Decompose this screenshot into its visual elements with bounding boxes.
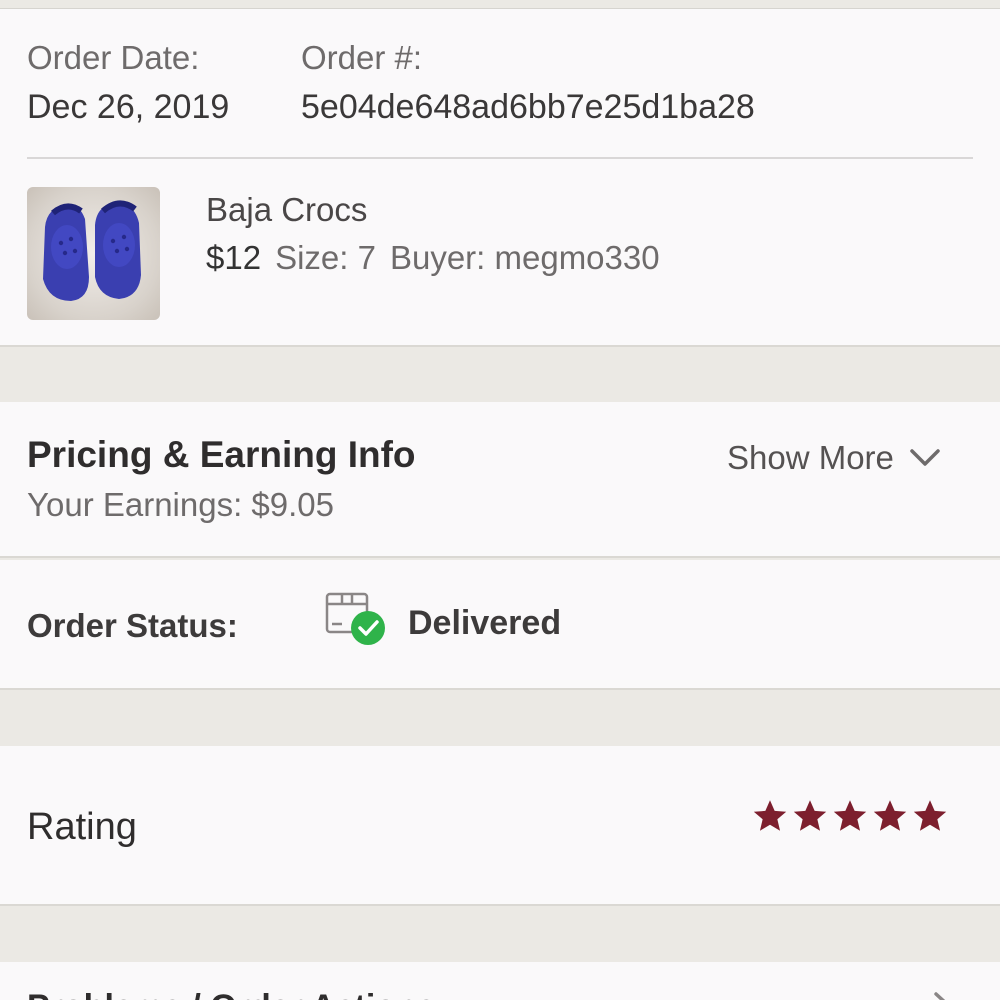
order-date-label: Order Date: (27, 39, 200, 76)
pricing-card: Pricing & Earning Info Your Earnings: $9… (0, 402, 1000, 558)
rating-label: Rating (27, 806, 137, 848)
star-icon (793, 800, 827, 831)
order-actions-row[interactable]: Problems / Order Actions (0, 962, 1000, 1000)
item-name[interactable]: Baja Crocs (206, 191, 367, 229)
order-summary-card: Order Date: Dec 26, 2019 Order #: 5e04de… (0, 9, 1000, 347)
star-icon (913, 800, 947, 831)
order-status-label: Order Status: (27, 607, 238, 644)
show-more-label: Show More (727, 439, 894, 476)
item-thumbnail[interactable] (27, 187, 160, 320)
chevron-down-icon (910, 449, 940, 466)
star-icon (753, 800, 787, 831)
order-status-card: Order Status: Delivered (0, 560, 1000, 690)
earnings-value: Your Earnings: $9.05 (27, 486, 335, 523)
item-price: $12 (206, 239, 262, 276)
star-icon (833, 800, 867, 831)
order-actions-label: Problems / Order Actions (27, 988, 436, 1000)
order-status-value: Delivered (408, 604, 562, 642)
item-meta: $12 Size: 7 Buyer: megmo330 (206, 239, 660, 277)
order-number-label: Order #: (301, 39, 423, 76)
order-number-value: 5e04de648ad6bb7e25d1ba28 (301, 88, 755, 126)
order-details-page: Order Date: Dec 26, 2019 Order #: 5e04de… (0, 0, 1000, 1000)
divider (27, 157, 973, 159)
order-date-value: Dec 26, 2019 (27, 88, 230, 126)
chevron-right-icon (934, 992, 946, 1000)
rating-card: Rating (0, 746, 1000, 906)
crocs-photo-icon (43, 200, 141, 301)
top-separator (0, 0, 1000, 9)
star-icon (873, 800, 907, 831)
item-buyer[interactable]: Buyer: megmo330 (390, 239, 660, 276)
item-size: Size: 7 (275, 239, 376, 276)
show-more-button[interactable]: Show More (727, 439, 942, 477)
pricing-title: Pricing & Earning Info (27, 434, 416, 475)
delivered-box-icon (325, 592, 385, 645)
rating-stars (752, 798, 952, 834)
